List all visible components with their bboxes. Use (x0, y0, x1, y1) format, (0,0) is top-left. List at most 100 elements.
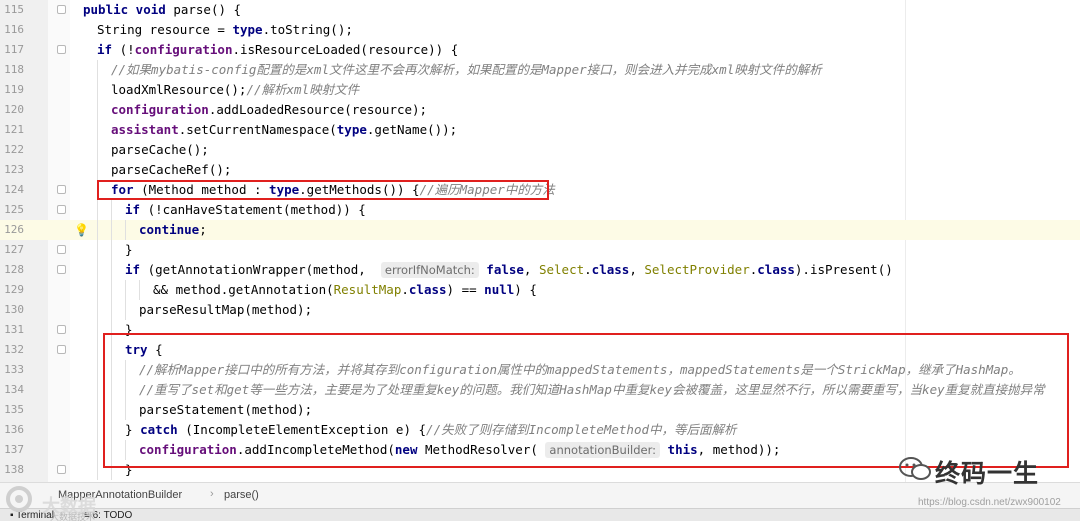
line-number: 122 (4, 143, 24, 156)
code-line[interactable]: 122 parseCache(); (0, 140, 1080, 160)
code-token: , (523, 262, 539, 277)
line-number: 134 (4, 383, 24, 396)
line-number: 137 (4, 443, 24, 456)
intention-bulb-icon[interactable]: 💡 (74, 222, 89, 238)
code-token: null (484, 282, 515, 297)
fold-marker-icon[interactable] (57, 325, 66, 334)
parameter-hint: errorIfNoMatch: (380, 262, 479, 278)
code-token: assistant (111, 122, 179, 137)
code-token: ).isPresent() (794, 262, 893, 277)
code-line[interactable]: 117 if (!configuration.isResourceLoaded(r… (0, 40, 1080, 60)
code-line[interactable]: 123 parseCacheRef(); (0, 160, 1080, 180)
code-token: ResultMap (333, 282, 402, 297)
code-token: .addLoadedResource(resource); (208, 102, 428, 117)
code-token: if (125, 202, 148, 217)
code-token: parseCacheRef(); (111, 162, 232, 177)
code-line[interactable]: 118 //如果mybatis-config配置的是xml文件这里不会再次解析，如… (0, 60, 1080, 80)
code-token: .getName()); (366, 122, 458, 137)
indent-guide (97, 360, 98, 380)
fold-marker-icon[interactable] (57, 205, 66, 214)
fold-marker-icon[interactable] (57, 185, 66, 194)
indent-guide (111, 220, 112, 240)
code-line[interactable]: 128 if (getAnnotationWrapper(method, erro… (0, 260, 1080, 280)
code-text: parseCache(); (111, 140, 209, 160)
code-token: type (232, 22, 263, 37)
code-token: String resource = (97, 22, 233, 37)
code-text: parseResultMap(method); (139, 300, 312, 320)
line-number: 116 (4, 23, 24, 36)
code-text: assistant.setCurrentNamespace(type.getNa… (111, 120, 457, 140)
indent-guide (97, 280, 98, 300)
line-number: 118 (4, 63, 24, 76)
code-token: false (478, 262, 524, 277)
code-text: loadXmlResource();//解析xml映射文件 (111, 80, 359, 100)
code-token: SelectProvider (644, 262, 750, 277)
fold-marker-icon[interactable] (57, 345, 66, 354)
code-line[interactable]: 120 configuration.addLoadedResource(resou… (0, 100, 1080, 120)
code-line[interactable]: 116 String resource = type.toString(); (0, 20, 1080, 40)
line-number: 120 (4, 103, 24, 116)
code-line[interactable]: 127} (0, 240, 1080, 260)
indent-guide (97, 200, 98, 220)
wechat-icon (898, 455, 932, 483)
indent-guide (97, 400, 98, 420)
fold-marker-icon[interactable] (57, 5, 66, 14)
code-token: public void (83, 2, 174, 17)
indent-guide (97, 80, 98, 100)
indent-guide (111, 200, 112, 220)
code-text: && method.getAnnotation(ResultMap.class)… (153, 280, 537, 300)
code-line[interactable]: 129 && method.getAnnotation(ResultMap.cla… (0, 280, 1080, 300)
code-line[interactable]: 125 if (!canHaveStatement(method)) { (0, 200, 1080, 220)
code-token: class (591, 262, 630, 277)
highlight-box-for-loop (97, 180, 549, 200)
watermark-url: https://blog.csdn.net/zwx900102 (918, 497, 1061, 508)
code-token: parse() { (173, 2, 242, 17)
code-token: loadXmlResource(); (111, 82, 247, 97)
code-line[interactable]: 121 assistant.setCurrentNamespace(type.ge… (0, 120, 1080, 140)
line-number: 121 (4, 123, 24, 136)
fold-marker-icon[interactable] (57, 465, 66, 474)
code-token: //如果mybatis-config配置的是xml文件这里不会再次解析，如果配置… (111, 62, 822, 77)
indent-guide (97, 160, 98, 180)
indent-guide (111, 260, 112, 280)
line-number: 117 (4, 43, 24, 56)
indent-guide (139, 280, 140, 300)
code-token: ; (199, 222, 207, 237)
code-text: if (getAnnotationWrapper(method, errorIf… (125, 260, 893, 280)
indent-guide (97, 420, 98, 440)
code-editor[interactable]: 115 public void parse() { 116 String resour… (0, 0, 1080, 482)
code-line[interactable]: 126 💡 continue; (0, 220, 1080, 240)
indent-guide (97, 60, 98, 80)
fold-marker-icon[interactable] (57, 245, 66, 254)
code-line[interactable]: 130 parseResultMap(method); (0, 300, 1080, 320)
indent-guide (111, 300, 112, 320)
code-line[interactable]: 115 public void parse() { (0, 0, 1080, 20)
line-number: 119 (4, 83, 24, 96)
code-token: (!canHaveStatement(method)) { (147, 202, 366, 217)
indent-guide (97, 140, 98, 160)
code-token: class (408, 282, 447, 297)
breadcrumb-method[interactable]: parse() (224, 489, 259, 501)
indent-guide (97, 240, 98, 260)
code-token: if (125, 262, 148, 277)
code-line[interactable]: 119 loadXmlResource();//解析xml映射文件 (0, 80, 1080, 100)
line-number: 133 (4, 363, 24, 376)
code-token: .toString(); (262, 22, 353, 37)
fold-marker-icon[interactable] (57, 45, 66, 54)
fold-marker-icon[interactable] (57, 265, 66, 274)
line-number: 127 (4, 243, 24, 256)
indent-guide (97, 260, 98, 280)
indent-guide (97, 440, 98, 460)
code-token: parseCache(); (111, 142, 209, 157)
line-number: 132 (4, 343, 24, 356)
code-token: .isResourceLoaded(resource)) { (232, 42, 459, 57)
line-number: 130 (4, 303, 24, 316)
code-token: && method.getAnnotation( (153, 282, 334, 297)
indent-guide (97, 100, 98, 120)
indent-guide (97, 300, 98, 320)
code-text: parseCacheRef(); (111, 160, 231, 180)
watermark-sub-text: 大数据技术 (50, 512, 96, 522)
code-token: . (401, 282, 409, 297)
code-token: Select (538, 262, 585, 277)
code-token: class (757, 262, 795, 277)
